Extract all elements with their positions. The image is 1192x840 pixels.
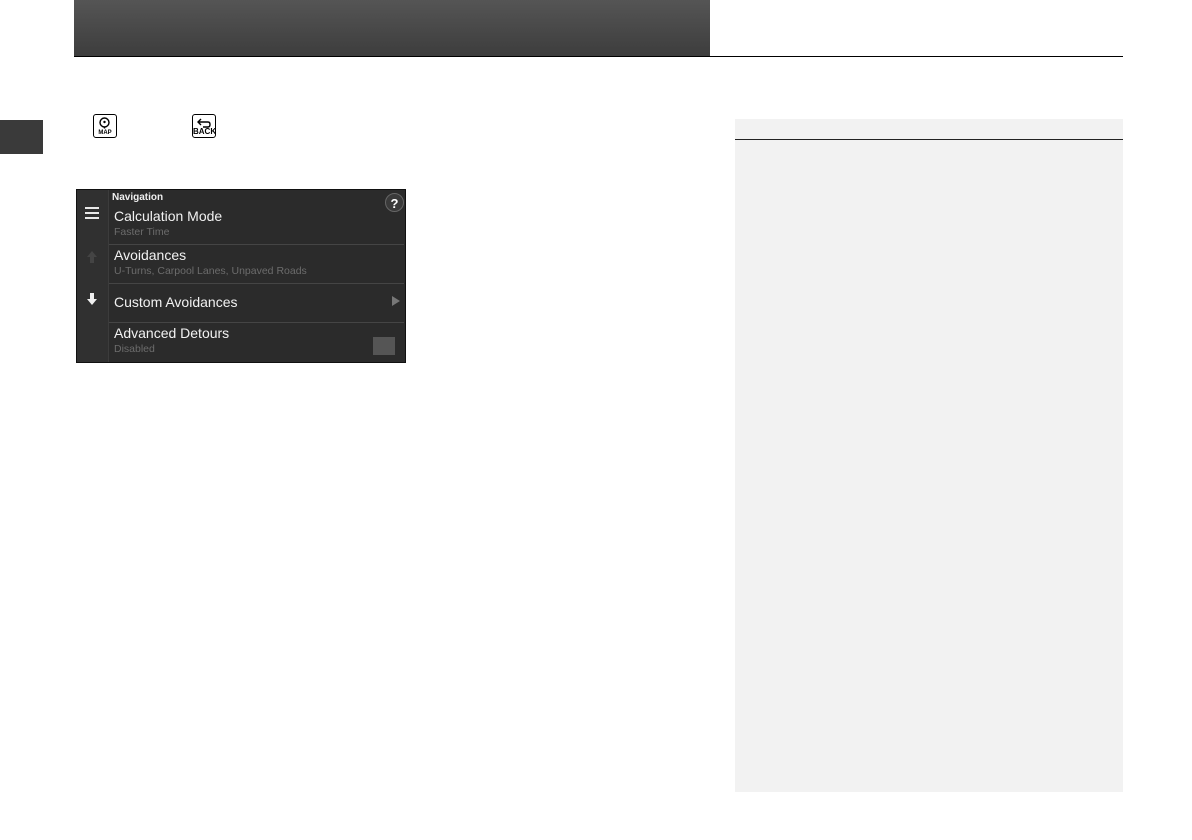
arrow-up-icon[interactable]: [86, 250, 98, 264]
settings-item-value: U-Turns, Carpool Lanes, Unpaved Roads: [114, 265, 307, 277]
map-button-label: MAP: [98, 130, 112, 136]
section-tab: [0, 120, 43, 154]
header-bar: [74, 0, 710, 56]
scroll-rail: [77, 190, 109, 362]
chevron-right-icon: [392, 296, 400, 306]
menu-icon[interactable]: [85, 207, 99, 219]
back-button-icon: BACK: [192, 114, 216, 138]
notes-panel: [735, 119, 1123, 792]
settings-item-calculation-mode[interactable]: Calculation Mode Faster Time: [109, 206, 404, 245]
settings-item-title: Advanced Detours: [114, 325, 230, 341]
settings-item-title: Custom Avoidances: [114, 294, 238, 310]
settings-item-value: Faster Time: [114, 226, 170, 238]
notes-panel-divider: [735, 139, 1123, 140]
detour-toggle[interactable]: [373, 337, 395, 355]
settings-item-title: Avoidances: [114, 247, 187, 263]
screen-title: Navigation: [112, 192, 164, 203]
settings-item-title: Calculation Mode: [114, 208, 223, 224]
settings-item-custom-avoidances[interactable]: Custom Avoidances: [109, 284, 404, 323]
settings-item-value: Disabled: [114, 343, 155, 355]
arrow-down-icon[interactable]: [86, 292, 98, 306]
header-divider: [74, 56, 1123, 57]
map-button-icon: MAP: [93, 114, 117, 138]
settings-item-advanced-detours[interactable]: Advanced Detours Disabled: [109, 323, 404, 361]
back-button-label: BACK: [193, 127, 217, 136]
settings-item-avoidances[interactable]: Avoidances U-Turns, Carpool Lanes, Unpav…: [109, 245, 404, 284]
navigation-settings-screen: Navigation ? Calculation Mode Faster Tim…: [76, 189, 406, 363]
